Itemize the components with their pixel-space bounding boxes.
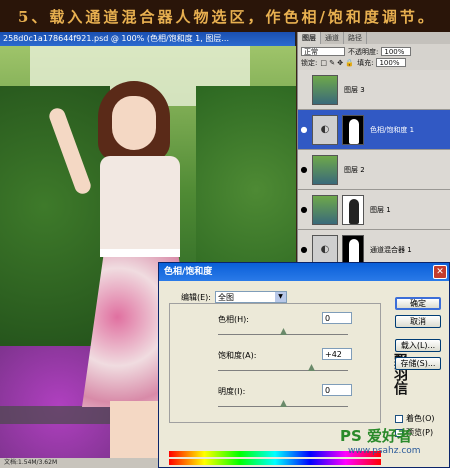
saturation-field[interactable]: +42 [322, 348, 352, 360]
tab-channels[interactable]: 通道 [321, 32, 344, 44]
adjustment-icon: ◐ [312, 114, 338, 145]
adjustment-icon: ◐ [312, 234, 338, 265]
fill-field[interactable]: 100% [376, 58, 407, 67]
layer-row[interactable]: ● ◐ 色相/饱和度 1 [298, 110, 450, 150]
save-button[interactable]: 存储(S)... [395, 357, 441, 370]
layer-mask[interactable] [342, 194, 364, 225]
edit-select-value: 全图 [218, 293, 234, 302]
hue-spectrum-bar-result [169, 459, 381, 465]
dialog-title: 色相/饱和度 [164, 267, 213, 277]
edit-label: 编辑(E): [181, 292, 211, 302]
layer-mask[interactable] [342, 114, 364, 145]
photo-face [112, 96, 156, 150]
colorize-checkbox[interactable]: 着色(O) [395, 413, 435, 424]
lightness-label: 明度(I): [218, 387, 246, 396]
layer-name: 色相/饱和度 1 [370, 125, 415, 134]
tutorial-banner: 5、载入通道混合器人物选区，作色相/饱和度调节。 [0, 0, 450, 32]
status-bar: 文档:1.54M/3.62M [0, 458, 158, 468]
banner-text: 5、载入通道混合器人物选区，作色相/饱和度调节。 [18, 8, 436, 26]
colorize-label: 着色(O) [406, 414, 435, 423]
adjustment-group: 色相(H): 0 饱和度(A): +42 明度(I): 0 [169, 303, 381, 423]
eye-icon[interactable]: ● [298, 245, 310, 254]
ok-button[interactable]: 确定 [395, 297, 441, 310]
lightness-field[interactable]: 0 [322, 384, 352, 396]
layer-row[interactable]: ● 图层 1 [298, 190, 450, 230]
chevron-down-icon[interactable]: ▼ [275, 292, 286, 302]
document-title[interactable]: 258d0c1a178644f921.psd @ 100% (色相/饱和度 1,… [0, 32, 295, 46]
lightness-slider-handle[interactable] [280, 400, 287, 407]
tab-layers[interactable]: 图层 [298, 32, 321, 44]
eye-icon[interactable]: ● [298, 125, 310, 134]
layer-name: 图层 1 [370, 205, 391, 214]
watermark-url: www.psahz.com [348, 446, 421, 456]
lock-label: 锁定: [301, 58, 318, 67]
fill-label: 填充: [357, 58, 374, 67]
hue-field[interactable]: 0 [322, 312, 352, 324]
opacity-field[interactable]: 100% [381, 47, 412, 56]
watermark-logo: PS 爱好者 [340, 427, 413, 445]
saturation-label: 饱和度(A): [218, 351, 257, 360]
edit-select[interactable]: 全图 ▼ [215, 291, 287, 303]
eye-icon[interactable]: ● [298, 205, 310, 214]
layer-name: 图层 2 [344, 165, 365, 174]
close-icon[interactable]: ✕ [433, 265, 447, 279]
layer-thumbnail [312, 194, 338, 225]
opacity-label: 不透明度: [348, 47, 379, 56]
layer-thumbnail [312, 74, 338, 105]
hue-label: 色相(H): [218, 315, 249, 324]
hue-slider-handle[interactable] [280, 328, 287, 335]
saturation-slider-track[interactable] [218, 370, 348, 371]
photo-belt [100, 249, 180, 257]
lock-icons[interactable]: □ ✎ ✥ 🔒 [320, 59, 354, 67]
layer-mask[interactable] [342, 234, 364, 265]
panel-tabs: 图层 通道 路径 [298, 32, 450, 44]
edit-row: 编辑(E): 全图 ▼ [181, 291, 287, 303]
layer-row[interactable]: ● 图层 2 [298, 150, 450, 190]
blend-mode-select[interactable]: 正常 [301, 47, 345, 56]
load-button[interactable]: 载入(L)... [395, 339, 441, 352]
layer-name: 通道混合器 1 [370, 245, 412, 254]
saturation-slider-handle[interactable] [308, 364, 315, 371]
dialog-title-bar[interactable]: 色相/饱和度 ✕ [159, 263, 449, 281]
layer-name: 图层 3 [344, 85, 365, 94]
tab-paths[interactable]: 路径 [344, 32, 367, 44]
layer-options: 正常 不透明度: 100% 锁定: □ ✎ ✥ 🔒 填充: 100% [298, 44, 450, 70]
layer-row[interactable]: 图层 3 [298, 70, 450, 110]
eye-icon[interactable]: ● [298, 165, 310, 174]
layer-thumbnail [312, 154, 338, 185]
checkbox-box[interactable] [395, 414, 403, 423]
cancel-button[interactable]: 取消 [395, 315, 441, 328]
layers-panel: 图层 通道 路径 正常 不透明度: 100% 锁定: □ ✎ ✥ 🔒 填充: 1… [297, 32, 450, 270]
photo-dress-top [100, 156, 180, 251]
